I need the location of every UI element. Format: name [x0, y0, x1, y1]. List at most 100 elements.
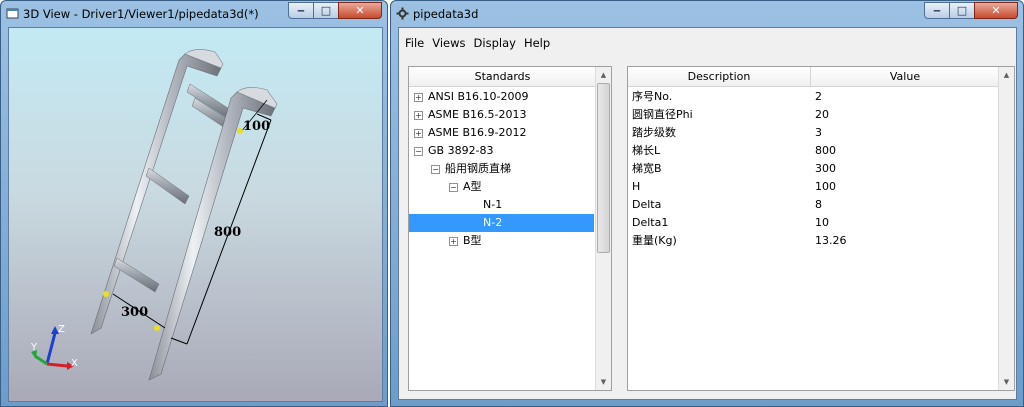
axis-x-label: X — [71, 358, 78, 369]
tree-item-label: GB 3892-83 — [428, 144, 494, 157]
cell-value[interactable]: 13.26 — [815, 232, 847, 250]
tree-item[interactable]: − GB 3892-83 — [409, 142, 594, 160]
standards-tree[interactable]: Standards + ANSI B16.10-2009 + ASME B16.5-2… — [408, 66, 612, 391]
table-row[interactable]: Delta 8 — [628, 196, 998, 214]
parameter-table[interactable]: Description Value 序号No. 2 圆钢直径Phi 20 踏步级数 3 梯长… — [627, 66, 1015, 391]
maximize-button[interactable]: □ — [949, 2, 975, 19]
3d-viewport[interactable]: 100 800 300 Z Y X — [8, 27, 383, 402]
pipedata-title: pipedata3d — [413, 7, 479, 21]
menu-views[interactable]: Views — [432, 36, 465, 50]
collapse-icon[interactable]: − — [431, 165, 440, 174]
rung-2 — [145, 167, 190, 205]
dim-label-width: 300 — [121, 305, 148, 320]
cell-value[interactable]: 3 — [815, 124, 822, 142]
tree-item[interactable]: + ASME B16.9-2012 — [409, 124, 594, 142]
pipedata-client: File Views Display Help Standards + ANSI … — [398, 27, 1017, 400]
scroll-down-arrow-icon[interactable]: ▼ — [1000, 375, 1013, 389]
window-icon — [6, 8, 19, 19]
cell-description: 梯长L — [632, 144, 661, 157]
tree-item-label: N-1 — [483, 198, 503, 211]
maximize-button[interactable]: □ — [313, 2, 339, 19]
cell-value[interactable]: 8 — [815, 196, 822, 214]
cell-description: 重量(Kg) — [632, 234, 677, 247]
tree-item[interactable]: N-2 — [409, 214, 594, 232]
tree-item-label: 船用钢质直梯 — [445, 162, 511, 175]
tree-item[interactable]: + ASME B16.5-2013 — [409, 106, 594, 124]
cell-description: 序号No. — [632, 90, 673, 103]
rung-3 — [113, 257, 160, 293]
pipedata-titlebar[interactable]: pipedata3d ‒ □ ✕ — [391, 1, 1023, 27]
tree-item-label: B型 — [463, 234, 482, 247]
close-button[interactable]: ✕ — [974, 2, 1018, 19]
cell-description: 梯宽B — [632, 162, 662, 175]
tree-header[interactable]: Standards — [409, 67, 596, 87]
collapse-icon[interactable]: − — [449, 183, 458, 192]
cell-value[interactable]: 300 — [815, 160, 836, 178]
cell-value[interactable]: 800 — [815, 142, 836, 160]
tree-item[interactable]: N-1 — [409, 196, 594, 214]
axis-y-label: Y — [30, 342, 38, 353]
cell-description: 圆钢直径Phi — [632, 108, 693, 121]
tree-item[interactable]: − A型 — [409, 178, 594, 196]
table-row[interactable]: Delta1 10 — [628, 214, 998, 232]
tree-item-label: A型 — [463, 180, 482, 193]
close-button[interactable]: ✕ — [338, 2, 382, 19]
tree-item-label: ASME B16.5-2013 — [428, 108, 527, 121]
table-row[interactable]: 圆钢直径Phi 20 — [628, 106, 998, 124]
table-row[interactable]: 序号No. 2 — [628, 88, 998, 106]
tree-scrollbar[interactable]: ▲ ▼ — [595, 67, 611, 390]
scroll-thumb[interactable] — [597, 83, 610, 253]
table-row[interactable]: 踏步级数 3 — [628, 124, 998, 142]
cell-value[interactable]: 2 — [815, 88, 822, 106]
tree-item[interactable]: + B型 — [409, 232, 594, 250]
dim-point — [103, 291, 109, 297]
dim-point — [154, 325, 160, 331]
minimize-button[interactable]: ‒ — [924, 2, 950, 19]
view3d-title: 3D View - Driver1/Viewer1/pipedata3d(*) — [23, 7, 259, 21]
view3d-titlebar[interactable]: 3D View - Driver1/Viewer1/pipedata3d(*) … — [1, 1, 387, 27]
cell-description: H — [632, 180, 641, 193]
tree-item-label: ASME B16.9-2012 — [428, 126, 527, 139]
axis-triad-icon: Z Y X — [30, 324, 78, 370]
table-scrollbar[interactable]: ▲ ▼ — [998, 67, 1014, 390]
scroll-up-arrow-icon[interactable]: ▲ — [597, 68, 610, 82]
table-row[interactable]: H 100 — [628, 178, 998, 196]
cell-value[interactable]: 100 — [815, 178, 836, 196]
axis-z-label: Z — [58, 324, 65, 335]
cell-description: Delta — [632, 198, 662, 211]
tree-item-label: N-2 — [483, 216, 503, 229]
tree-item[interactable]: − 船用钢质直梯 — [409, 160, 594, 178]
table-row[interactable]: 重量(Kg) 13.26 — [628, 232, 998, 250]
collapse-icon[interactable]: − — [414, 147, 423, 156]
table-row[interactable]: 梯宽B 300 — [628, 160, 998, 178]
menu-help[interactable]: Help — [524, 36, 550, 50]
right-rail — [148, 91, 276, 381]
scroll-down-arrow-icon[interactable]: ▼ — [597, 375, 610, 389]
menu-file[interactable]: File — [405, 36, 424, 50]
dim-label-length: 800 — [214, 225, 241, 240]
cell-description: 踏步级数 — [632, 126, 676, 139]
cell-description: Delta1 — [632, 216, 669, 229]
header-standards[interactable]: Standards — [409, 67, 596, 86]
tree-item[interactable]: + ANSI B16.10-2009 — [409, 88, 594, 106]
table-header: Description Value — [628, 67, 999, 87]
table-row[interactable]: 梯长L 800 — [628, 142, 998, 160]
pipedata-window: pipedata3d ‒ □ ✕ File Views Display Help… — [390, 0, 1024, 407]
header-description[interactable]: Description — [628, 67, 811, 86]
expand-icon[interactable]: + — [414, 111, 423, 120]
cell-value[interactable]: 10 — [815, 214, 829, 232]
cell-value[interactable]: 20 — [815, 106, 829, 124]
header-value[interactable]: Value — [811, 67, 999, 86]
menu-display[interactable]: Display — [474, 36, 516, 50]
expand-icon[interactable]: + — [414, 129, 423, 138]
expand-icon[interactable]: + — [414, 93, 423, 102]
dim-label-top: 100 — [243, 119, 270, 134]
gear-icon — [396, 7, 409, 20]
scroll-up-arrow-icon[interactable]: ▲ — [1000, 68, 1013, 82]
tree-item-label: ANSI B16.10-2009 — [428, 90, 529, 103]
menu-bar: File Views Display Help — [399, 28, 1016, 58]
ladder-model: 100 800 300 Z Y X — [30, 49, 278, 381]
expand-icon[interactable]: + — [449, 237, 458, 246]
view3d-window: 3D View - Driver1/Viewer1/pipedata3d(*) … — [0, 0, 388, 407]
minimize-button[interactable]: ‒ — [288, 2, 314, 19]
